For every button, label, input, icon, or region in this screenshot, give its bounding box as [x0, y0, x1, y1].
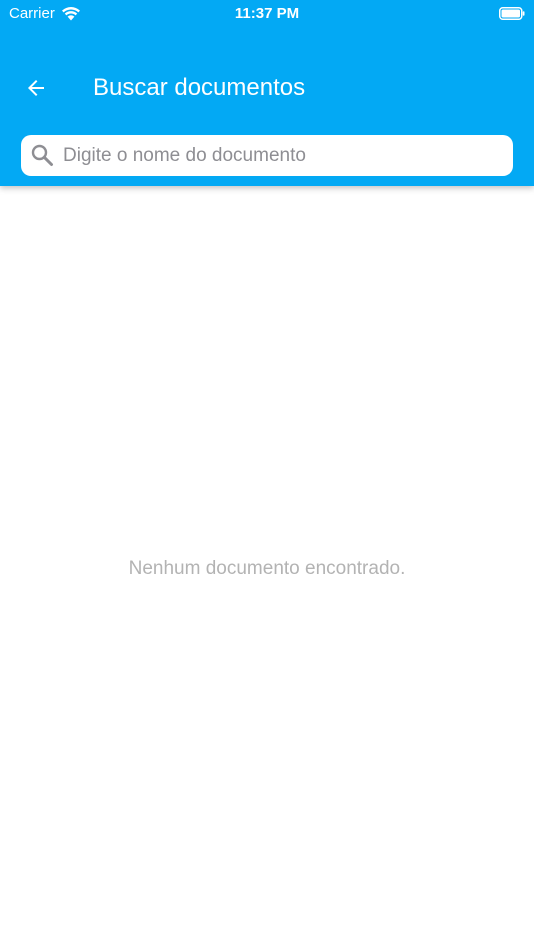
page-title: Buscar documentos [93, 74, 306, 101]
app-bar: Carrier 11:37 PM Buscar documentos [0, 0, 534, 186]
status-bar: Carrier 11:37 PM [0, 0, 534, 28]
arrow-left-icon [28, 80, 44, 96]
toolbar: Buscar documentos [0, 60, 534, 116]
battery-icon [499, 7, 525, 20]
back-button[interactable] [14, 68, 58, 108]
search-input[interactable] [63, 135, 503, 176]
status-time: 11:37 PM [234, 5, 300, 22]
empty-state-message: Nenhum documento encontrado. [128, 558, 406, 579]
search-icon [31, 144, 53, 166]
search-bar[interactable] [21, 135, 513, 176]
